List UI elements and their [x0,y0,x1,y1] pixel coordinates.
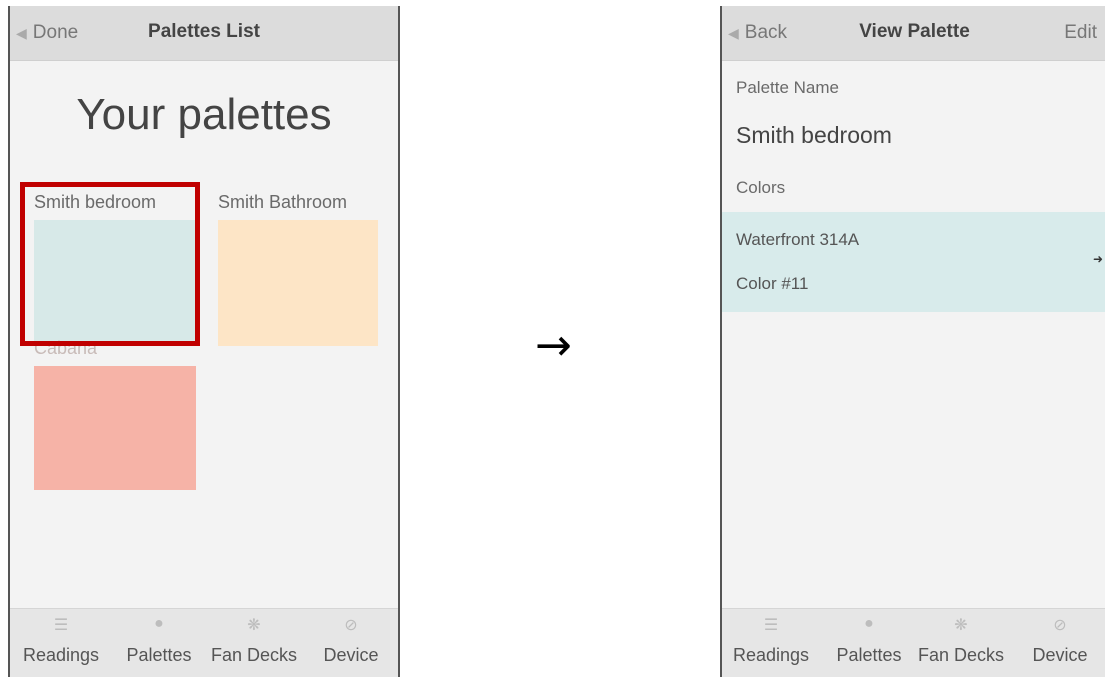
color-name: Waterfront 314A [736,230,860,249]
page-title: Palettes List [148,21,260,42]
readings-icon: ☰ [763,617,779,634]
selection-highlight [20,182,200,346]
fan-decks-icon: ❋ [247,617,261,634]
tab-label: Readings [732,645,810,665]
color-number: Color #11 [736,274,809,293]
palettes-icon: ● [864,615,874,632]
edit-button[interactable]: Edit [1064,22,1097,44]
tab-readings[interactable]: ☰ Readings [722,615,820,666]
tab-label: Palettes [126,645,192,665]
tab-palettes[interactable]: ● Palettes [110,615,208,666]
transition-arrow: → [535,320,572,371]
navigation-bar: ◀ Back View Palette Edit [722,6,1105,61]
tab-device[interactable]: ⊘ Device [1011,615,1105,666]
palette-swatch [218,220,378,346]
palettes-icon: ● [154,615,164,632]
readings-icon: ☰ [53,617,69,634]
colors-label: Colors [736,178,786,197]
tab-label: Palettes [836,645,902,665]
tab-label: Device [1032,645,1088,665]
tab-bar: ☰ Readings ● Palettes ❋ Fan Decks ⊘ Devi… [722,608,1105,677]
palettes-list-screen: ◀ Done Palettes List Your palettes Smith… [8,6,400,677]
tab-fan-decks[interactable]: ❋ Fan Decks [912,615,1010,666]
tab-label: Device [323,645,379,665]
tab-readings[interactable]: ☰ Readings [12,615,110,666]
palette-name-value: Smith bedroom [736,122,892,148]
tab-label: Fan Decks [917,645,1005,665]
disclosure-arrow-icon: ➜ [1092,252,1103,266]
device-icon: ⊘ [1053,617,1067,634]
color-row[interactable]: Waterfront 314A Color #11 ➜ [722,212,1105,312]
palette-name-label: Palette Name [736,78,839,97]
palette-tile-smith-bathroom[interactable]: Smith Bathroom [218,192,378,346]
device-icon: ⊘ [344,617,358,634]
fan-decks-icon: ❋ [954,617,968,634]
palette-swatch [34,366,196,490]
tab-label: Fan Decks [210,645,298,665]
tab-fan-decks[interactable]: ❋ Fan Decks [205,615,303,666]
palettes-heading: Your palettes [76,90,332,139]
navigation-bar: ◀ Done Palettes List [10,6,398,61]
tab-label: Readings [22,645,100,665]
palette-tile-cabana[interactable]: Cabana [34,338,196,490]
tab-bar: ☰ Readings ● Palettes ❋ Fan Decks ⊘ Devi… [10,608,398,677]
view-palette-screen: ◀ Back View Palette Edit Palette Name Sm… [720,6,1105,677]
page-title: View Palette [859,21,970,42]
tab-device[interactable]: ⊘ Device [302,615,398,666]
tab-palettes[interactable]: ● Palettes [820,615,918,666]
palette-name: Smith Bathroom [218,192,348,212]
